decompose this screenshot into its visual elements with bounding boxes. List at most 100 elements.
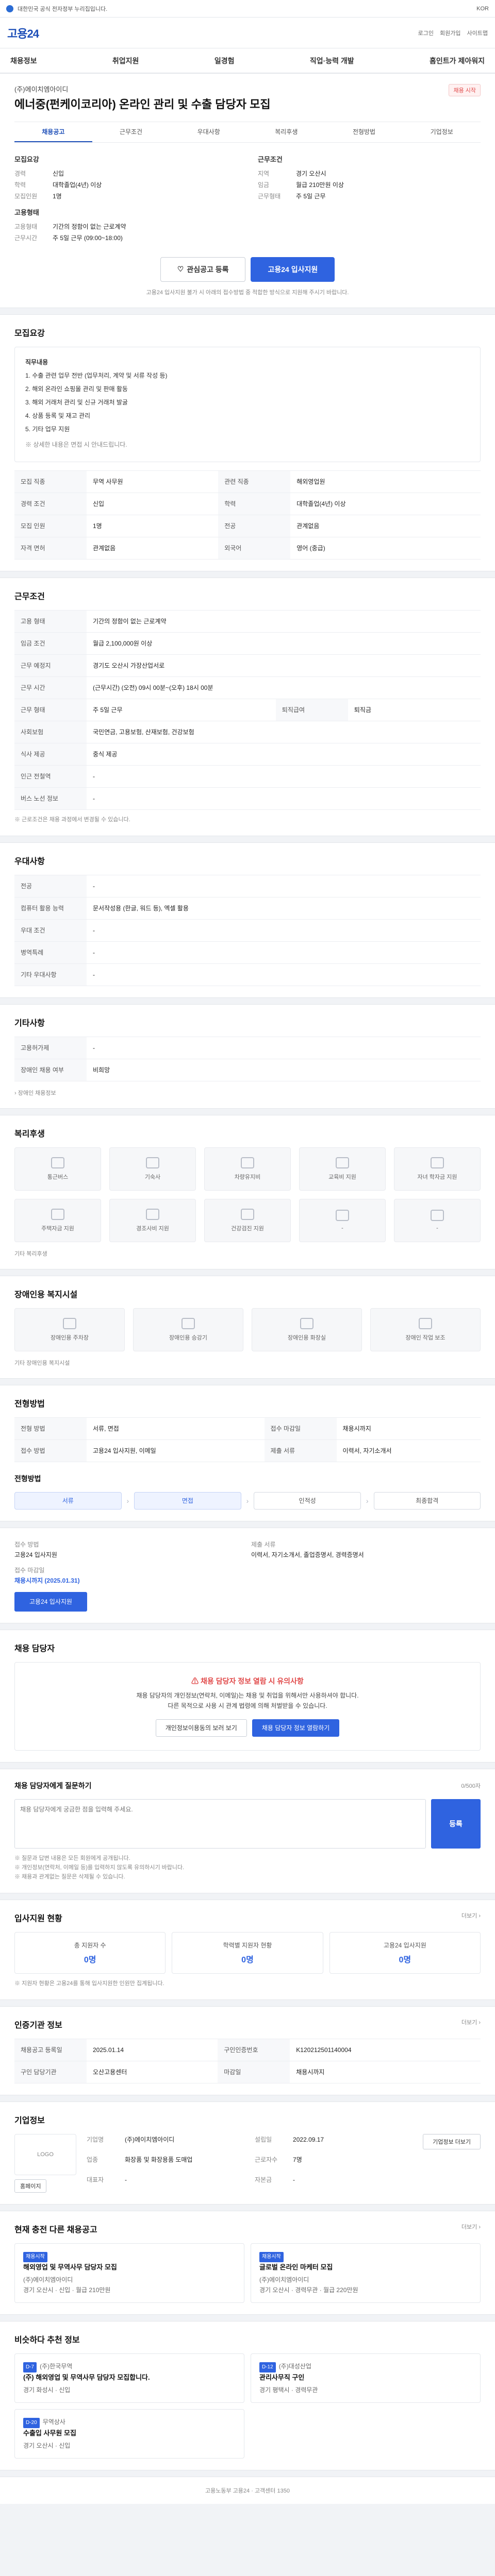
welfare-heading: 복리후생 [14,1129,45,1139]
status-more-link[interactable]: 더보기 › [461,1911,481,1932]
related-title: 해외영업 및 무역사무 담당자 모집 [23,2263,117,2271]
duty-title: 직무내용 [25,358,48,366]
table-key: 접수 마감일 [264,1417,337,1440]
flag-icon [6,5,13,12]
table-key: 식사 제공 [14,742,87,766]
work-section: 근무조건 고용 형태 기간의 정함이 없는 근로계약 임금 조건 월급 2,100,… [0,577,495,836]
table-value: 월급 2,100,000원 이상 [87,632,481,655]
menu-jobs[interactable]: 채용정보 [10,56,37,66]
qa-submit-button[interactable]: 등록 [431,1799,481,1849]
list-item[interactable]: D-20 무역상사 수출입 사무원 모집 경기 오산시 · 신입 [14,2409,244,2459]
table-value: 영어 (중급) [290,536,481,560]
menu-skill-development[interactable]: 직업·능력 개발 [310,56,354,66]
global-navigation: 고용24 로그인 회원가입 사이트맵 [0,18,495,48]
summary-key: 모집인원 [14,192,38,200]
car-icon [241,1157,254,1168]
dday-badge: D-12 [259,2362,276,2372]
duty-line: 2. 해외 온라인 쇼핑몰 관리 및 판매 활동 [25,385,128,393]
signup-link[interactable]: 회원가입 [440,29,460,37]
menu-employment-support[interactable]: 취업지원 [112,56,139,66]
table-key: 전형 방법 [14,1417,87,1440]
homepage-button[interactable]: 홈페이지 [14,2179,47,2193]
welfare-item: 건강검진 지원 [204,1198,291,1242]
language-selector[interactable]: KOR [476,6,489,12]
recruit-heading: 모집요강 [14,329,45,338]
subnav-selection[interactable]: 전형방법 [325,122,403,142]
related-more-link[interactable]: 더보기 › [461,2223,481,2243]
status-label: 총 지원자 수 [74,1941,106,1949]
placeholder-icon [336,1209,349,1221]
table-key: 사회보험 [14,720,87,743]
status-note: ※ 지원자 현황은 고용24를 통해 입사지원한 인원만 집계됩니다. [14,1980,164,1987]
step-item: 서류 [14,1492,122,1510]
other-table: 고용허가제 - 장애인 채용 여부 비희망 [14,1036,481,1081]
qa-note: ※ 채용과 관계없는 질문은 삭제될 수 있습니다. [14,1873,125,1880]
company-value: (주)에이치엠아이디 [125,2136,175,2143]
work-table: 고용 형태 기간의 정함이 없는 근로계약 임금 조건 월급 2,100,000원 … [14,609,481,810]
alert-title: 채용 담당자 정보 열람 시 유의사항 [201,1676,304,1685]
apply-doc-label: 제출 서류 [251,1540,276,1548]
subnav-welfare[interactable]: 복리후생 [248,122,325,142]
duty-line: 1. 수출 관련 업무 전반 (업무처리, 계약 및 서류 작성 등) [25,371,168,379]
list-item[interactable]: 채용시작 해외영업 및 무역사무 담당자 모집 (주)에이치엠아이디 경기 오산… [14,2243,244,2303]
welfare-item: 주택자금 지원 [14,1198,101,1242]
apply-deadline-value: 채용시까지 (2025.01.31) [14,1577,80,1584]
welfare-label: 건강검진 지원 [231,1225,264,1232]
status-label: 학력별 지원자 현황 [223,1941,272,1949]
arrow-right-icon: › [246,1496,249,1505]
subnav-company[interactable]: 기업정보 [403,122,481,142]
recommend-list: D-7 (주)한국무역 (주) 해외영업 및 무역사무 담당자 모집합니다. 경기… [14,2353,481,2459]
qa-input[interactable] [14,1799,426,1849]
menu-extra[interactable]: 홈인트가 제아워지 [430,56,485,66]
recommend-meta: 경기 평택시 · 경력무관 [259,2386,318,2394]
table-value: 중식 제공 [87,742,481,766]
menu-work-experience[interactable]: 일경험 [214,56,235,66]
subnav-condition[interactable]: 근무조건 [92,122,170,142]
login-link[interactable]: 로그인 [418,29,434,37]
company-value: - [125,2176,127,2184]
welfare-label: 자녀 학자금 지원 [417,1174,457,1180]
summary-condition-heading: 근무조건 [258,155,283,163]
parking-icon [63,1317,76,1329]
job-header: (주)에이치엠아이디 에너중(펀케이코리아) 온라인 관리 및 수출 담당자 모… [0,73,495,308]
scrap-button[interactable]: ♡ 관심공고 등록 [160,257,246,282]
selection-steps: 서류 › 면접 › 인적성 › 최종합격 [14,1492,481,1510]
work-note: ※ 근로조건은 채용 과정에서 변경될 수 있습니다. [14,816,130,823]
summary-value: 주 5일 근무 (09:00~18:00) [53,234,123,242]
summary-key: 지역 [258,170,270,177]
table-key: 학력 [218,492,291,515]
view-contact-button[interactable]: 채용 담당자 정보 열람하기 [252,1719,340,1737]
list-item[interactable]: D-12 (주)대성산업 관리사무직 구인 경기 평택시 · 경력무관 [251,2353,481,2403]
subnav-prefer[interactable]: 우대사항 [170,122,248,142]
duty-line: 4. 상품 등록 및 재고 관리 [25,412,91,419]
list-item[interactable]: D-7 (주)한국무역 (주) 해외영업 및 무역사무 담당자 모집합니다. 경기… [14,2353,244,2403]
welfare-label: 주택자금 지원 [41,1225,74,1232]
privacy-consent-button[interactable]: 개인정보이용동의 보러 보기 [155,1719,247,1737]
apply-now-button[interactable]: 고용24 입사지원 [14,1591,87,1612]
register-more-link[interactable]: 더보기 › [461,2018,481,2039]
company-more-button[interactable]: 기업정보 더보기 [423,2133,481,2149]
facility-item: 장애인 작업 보조 [370,1308,481,1351]
table-value: - [87,787,481,810]
related-meta: 경기 오산시 · 신입 · 월급 210만원 [23,2286,111,2294]
company-name[interactable]: (주)에이치엠아이디 [14,84,271,94]
site-logo[interactable]: 고용24 [7,25,39,41]
sitemap-link[interactable]: 사이트맵 [467,29,488,37]
recommend-company: 무역상사 [42,2418,65,2426]
contact-section: 채용 담당자 ⚠ 채용 담당자 정보 열람 시 유의사항 채용 담당자의 개인정… [0,1629,495,1762]
subnav-recruit[interactable]: 채용공고 [14,122,92,142]
table-value: 오산고용센터 [87,2060,218,2083]
table-value: 퇴직금 [348,698,481,721]
disabled-info-link[interactable]: › 장애인 채용정보 [14,1089,481,1097]
table-value: - [87,765,481,788]
table-value: 고용24 입사지원, 이메일 [87,1439,265,1462]
table-key: 외국어 [218,536,291,560]
table-key: 임금 조건 [14,632,87,655]
table-key: 관련 직종 [218,470,291,493]
table-key: 근무 예정지 [14,654,87,677]
list-item[interactable]: 채용시작 글로벌 온라인 마케터 모집 (주)에이치엠아이디 경기 오산시 · … [251,2243,481,2303]
apply-button[interactable]: 고용24 입사지원 [251,257,335,282]
table-key: 고용 형태 [14,609,87,633]
table-value: - [87,919,481,942]
table-value: 신입 [87,492,219,515]
